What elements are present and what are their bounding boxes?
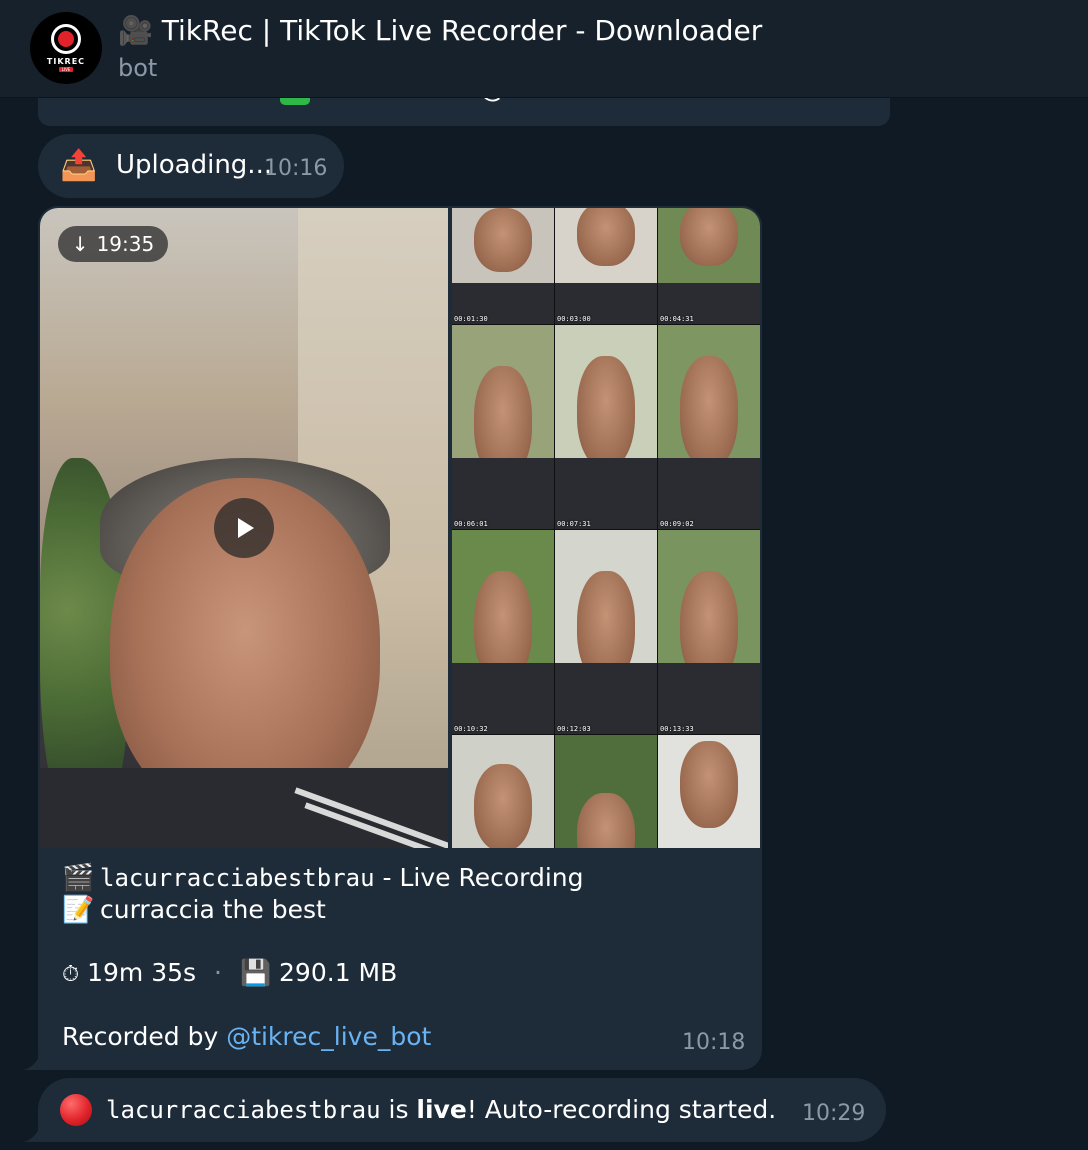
live-username: lacurracciabestbrau: [106, 1096, 381, 1124]
avatar-brand: TIKREC: [46, 57, 86, 66]
thumbnail-face: [474, 764, 532, 848]
chat-title[interactable]: 🎥 TikRec | TikTok Live Recorder - Downlo…: [118, 14, 762, 47]
thumbnail-timestamp: 00:07:31: [557, 520, 591, 528]
bubble-tail: [24, 1054, 40, 1070]
memo-icon: 📝: [62, 895, 95, 925]
bubble-tail: [24, 1126, 40, 1142]
stopwatch-icon: ⏱: [62, 962, 80, 987]
thumbnail-body: [555, 662, 657, 734]
thumbnail-body: [658, 662, 760, 734]
video-thumbnail: 00:12:03: [555, 530, 657, 734]
thumbnail-timestamp: 00:09:02: [660, 520, 694, 528]
red-circle-icon: [60, 1094, 92, 1126]
live-message-text: lacurracciabestbrau is live! Auto-record…: [106, 1095, 776, 1124]
thumbnail-face: [577, 793, 635, 848]
separator: ·: [214, 958, 222, 987]
thumbnail-face: [680, 355, 738, 468]
video-thumbnail: [555, 735, 657, 848]
record-icon: [51, 24, 81, 54]
uploading-text: Uploading...: [116, 150, 273, 180]
video-preview[interactable]: ↓ 19:35: [40, 208, 448, 848]
thumbnail-timestamp: 00:04:31: [660, 315, 694, 323]
thumbnail-timestamp: 00:03:00: [557, 315, 591, 323]
video-thumbnail: 00:06:01: [452, 325, 554, 529]
download-arrow-icon: ↓: [71, 232, 89, 256]
play-button[interactable]: [214, 498, 274, 558]
thumbnail-body: [452, 662, 554, 734]
clapper-board-icon: 🎬: [62, 863, 95, 893]
chat-header: TIKREC LIVE 🎥 TikRec | TikTok Live Recor…: [0, 0, 1088, 98]
recorded-by-label: Recorded by: [62, 1022, 227, 1051]
bot-mention-link[interactable]: @tikrec_live_bot: [226, 1022, 431, 1051]
thumbnail-body: [658, 457, 760, 529]
video-duration-badge[interactable]: ↓ 19:35: [58, 226, 168, 262]
live-word: live: [416, 1095, 467, 1124]
video-thumbnail: 00:10:32: [452, 530, 554, 734]
live-message[interactable]: lacurracciabestbrau is live! Auto-record…: [38, 1078, 886, 1142]
recorded-by: Recorded by @tikrec_live_bot: [62, 1022, 431, 1051]
video-thumbnail: 00:07:31: [555, 325, 657, 529]
play-icon: [238, 518, 254, 538]
video-thumbnail: 00:03:00: [555, 208, 657, 324]
avatar-live-badge: LIVE: [58, 67, 74, 72]
caption-description: curraccia the best: [100, 895, 326, 924]
thumbnail-timestamp: 00:10:32: [454, 725, 488, 733]
video-thumbnail: 00:01:30: [452, 208, 554, 324]
video-thumbnail: [452, 735, 554, 848]
uploading-message[interactable]: 📤 Uploading... 10:16: [38, 134, 344, 198]
video-thumbnail: 00:04:31: [658, 208, 760, 324]
video-duration: 19:35: [96, 232, 155, 256]
video-thumbnail: [658, 735, 760, 848]
caption-suffix: - Live Recording: [374, 863, 584, 892]
thumbnail-face: [577, 355, 635, 468]
message-time: 10:29: [802, 1101, 866, 1126]
thumbnail-timestamp: 00:06:01: [454, 520, 488, 528]
recording-meta: ⏱ 19m 35s · 💾 290.1 MB: [62, 958, 397, 988]
video-camera-icon: 🎥: [118, 14, 153, 47]
floppy-disk-icon: 💾: [239, 958, 272, 987]
thumbnail-face: [680, 208, 738, 266]
thumbnail-face: [577, 208, 635, 266]
live-rest: ! Auto-recording started.: [466, 1095, 777, 1124]
outbox-tray-icon: 📤: [60, 148, 98, 183]
thumbnail-timestamp: 00:12:03: [557, 725, 591, 733]
message-time: 10:18: [682, 1030, 746, 1055]
video-thumbnail: 00:09:02: [658, 325, 760, 529]
thumbnail-timestamp: 00:01:30: [454, 315, 488, 323]
message-time: 10:16: [264, 156, 328, 181]
live-is: is: [380, 1095, 417, 1124]
caption-username: lacurracciabestbrau: [100, 864, 375, 892]
chat-title-text: TikRec | TikTok Live Recorder - Download…: [161, 14, 763, 47]
thumbnail-body: [452, 457, 554, 529]
thumbnail-face: [474, 208, 532, 272]
thumbnail-body: [555, 457, 657, 529]
video-thumbnail: 00:13:33: [658, 530, 760, 734]
recording-caption: 🎬 lacurracciabestbrau - Live Recording 📝 c…: [62, 862, 742, 926]
recording-size: 290.1 MB: [279, 958, 398, 987]
recording-duration: 19m 35s: [87, 958, 197, 987]
thumbnail-face: [680, 740, 738, 828]
thumbnail-grid[interactable]: 00:01:30 00:03:00 00:04:31 00:06:01 00:07:31…: [452, 208, 760, 848]
thumbnail-timestamp: 00:13:33: [660, 725, 694, 733]
recording-message[interactable]: ↓ 19:35 00:01:30 00:03:00 00:04:31 00:06:01…: [38, 206, 762, 1070]
chat-subtitle: bot: [118, 54, 158, 82]
bot-avatar[interactable]: TIKREC LIVE: [30, 12, 102, 84]
